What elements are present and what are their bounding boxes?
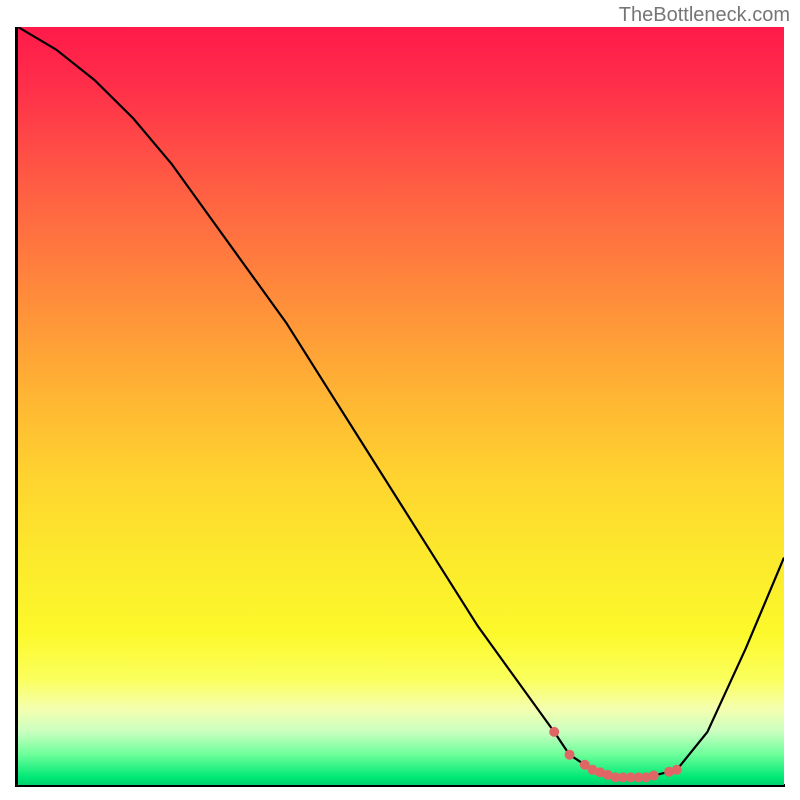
optimal-marker-dot <box>565 750 575 760</box>
optimal-marker-dot <box>672 765 682 775</box>
plot-area <box>18 27 784 785</box>
optimal-marker-dot <box>549 727 559 737</box>
chart-svg <box>18 27 784 785</box>
watermark-text: TheBottleneck.com <box>619 4 790 27</box>
optimal-marker-dot <box>649 771 659 781</box>
bottleneck-curve-line <box>18 27 784 777</box>
